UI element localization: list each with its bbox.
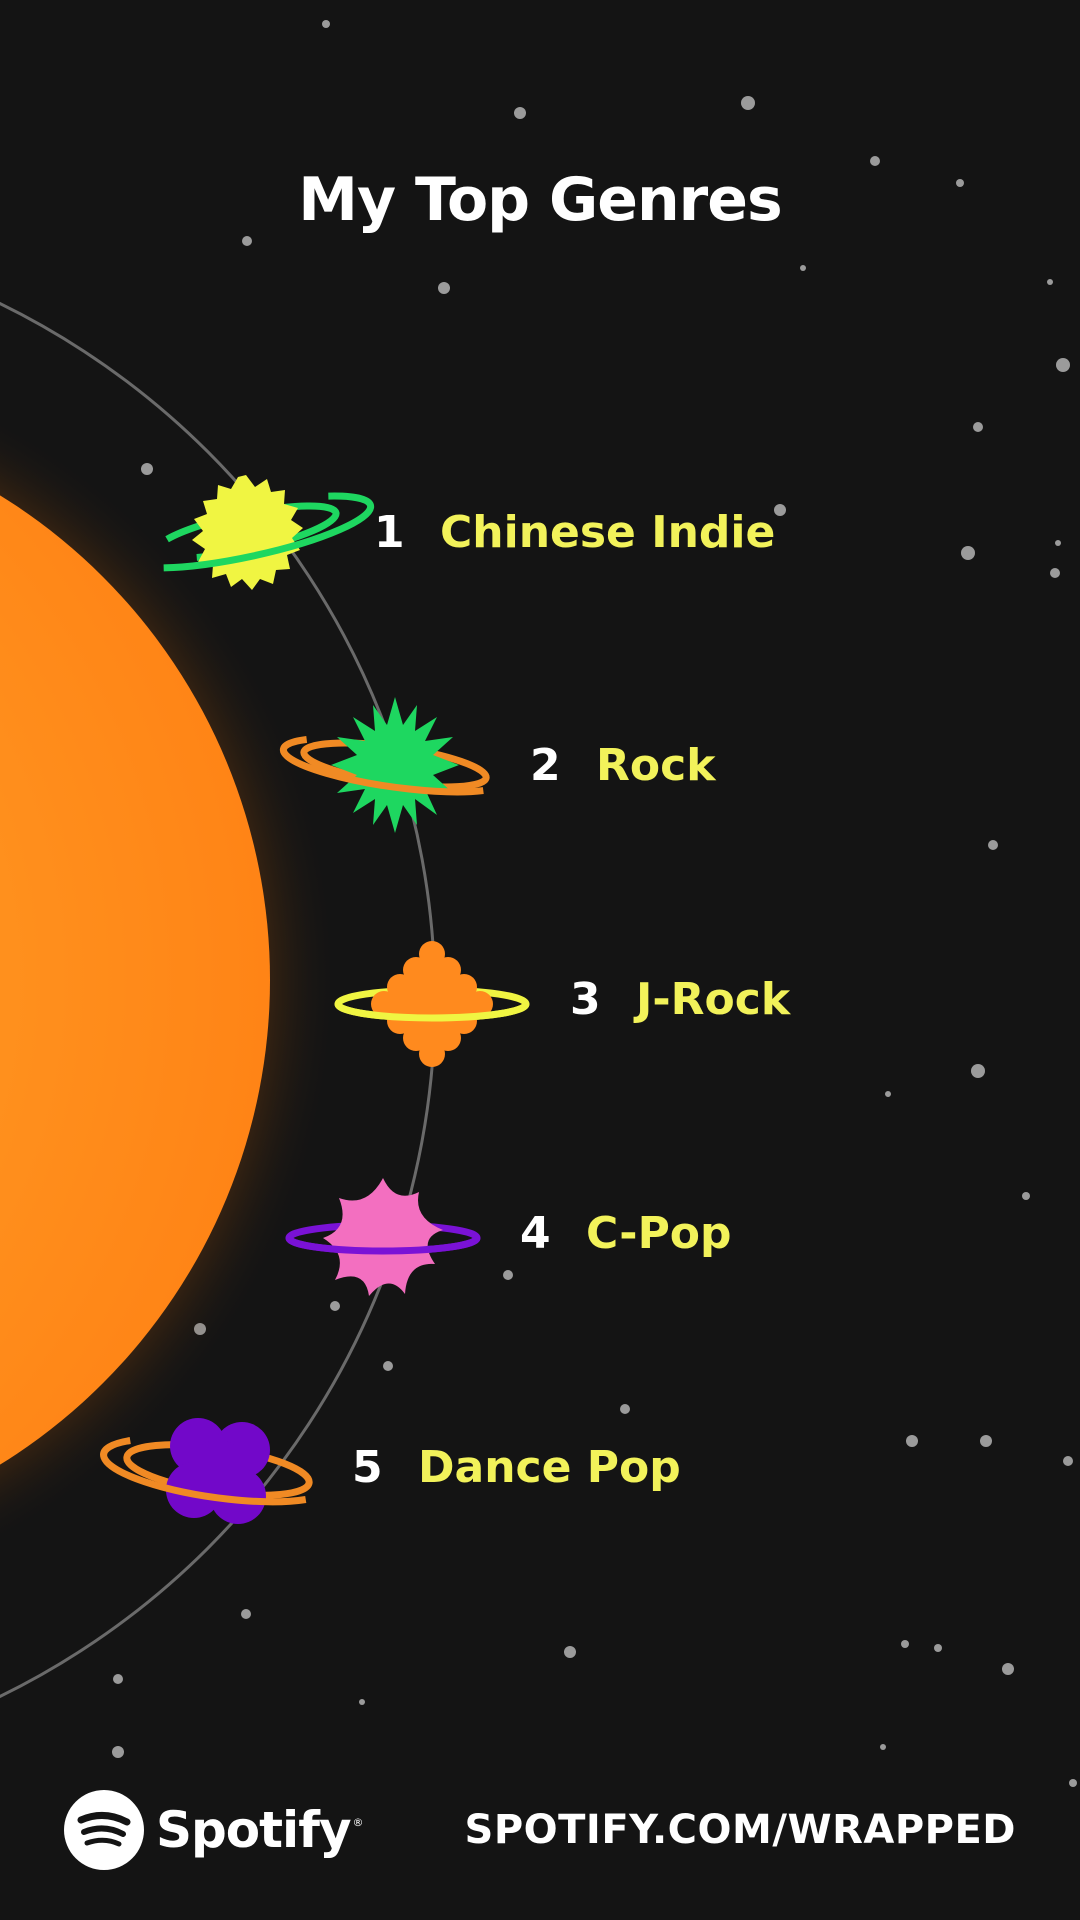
registered-mark: ®	[352, 1816, 364, 1829]
genre-rank: 1	[374, 506, 405, 558]
genre-item-5: 5 Dance Pop	[352, 1432, 681, 1502]
planet-3-icon	[334, 941, 530, 1067]
genre-name: Dance Pop	[418, 1441, 681, 1493]
footer: Spotify ® SPOTIFY.COM/WRAPPED	[0, 1790, 1080, 1870]
genre-item-2: 2 Rock	[530, 730, 715, 800]
genre-item-4: 4 C-Pop	[520, 1198, 732, 1268]
wrapped-url: SPOTIFY.COM/WRAPPED	[464, 1807, 1016, 1853]
genre-name: Chinese Indie	[440, 506, 776, 558]
page-title: My Top Genres	[298, 165, 782, 235]
genre-item-1: 1 Chinese Indie	[374, 497, 775, 567]
genre-name: J-Rock	[636, 973, 791, 1025]
genre-name: Rock	[596, 739, 716, 791]
genre-item-3: 3 J-Rock	[570, 964, 790, 1034]
spotify-logo: Spotify ®	[64, 1790, 364, 1870]
spotify-logo-icon	[64, 1790, 144, 1870]
planet-4-icon	[285, 1178, 481, 1296]
genre-rank: 2	[530, 739, 561, 791]
wrapped-card: My Top Genres 1 Chinese Indie 2 Rock 3 J…	[0, 0, 1080, 1920]
genre-rank: 5	[352, 1441, 383, 1493]
genre-rank: 3	[570, 973, 601, 1025]
spotify-wordmark: Spotify	[156, 1801, 352, 1859]
genre-rank: 4	[520, 1207, 551, 1259]
solar-system-illustration	[0, 20, 1077, 1787]
genre-name: C-Pop	[586, 1207, 732, 1259]
